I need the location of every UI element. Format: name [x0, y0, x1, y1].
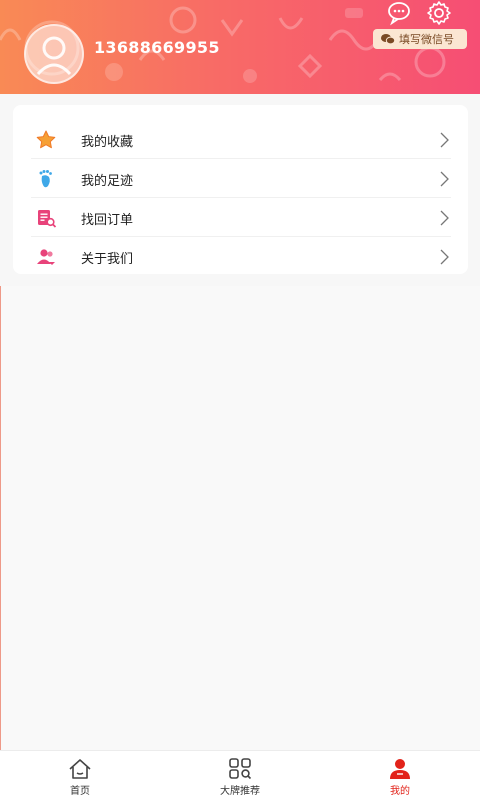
user-phone: 13688669955 [94, 38, 220, 57]
tab-brand-recommend[interactable]: 大牌推荐 [180, 751, 300, 801]
empty-content-area [0, 286, 480, 750]
left-edge-line [0, 286, 1, 750]
avatar[interactable] [24, 24, 84, 84]
menu-card: 我的收藏 我的足迹 找回订单 关于我们 [13, 105, 468, 274]
tab-label: 大牌推荐 [220, 786, 260, 797]
bottom-tab-bar: 首页 大牌推荐 我的 [0, 750, 480, 801]
chat-bubble-icon[interactable] [386, 0, 412, 26]
star-icon [36, 130, 56, 149]
menu-item-about-us[interactable]: 关于我们 [13, 237, 468, 276]
menu-item-recover-order[interactable]: 找回订单 [13, 198, 468, 237]
menu-item-label: 我的足迹 [81, 174, 134, 189]
menu-item-label: 找回订单 [81, 213, 134, 228]
tab-label: 首页 [70, 786, 90, 797]
chevron-right-icon [440, 132, 449, 148]
grid-icon [229, 758, 252, 780]
tab-label: 我的 [390, 786, 410, 797]
tab-mine[interactable]: 我的 [340, 751, 460, 801]
wechat-button-label: 填写微信号 [399, 33, 454, 46]
chevron-right-icon [440, 249, 449, 265]
chevron-right-icon [440, 210, 449, 226]
menu-item-label: 关于我们 [81, 252, 134, 267]
profile-header: 13688669955 填写微信号 [0, 0, 480, 94]
gear-icon[interactable] [426, 0, 452, 26]
user-icon [390, 759, 410, 779]
about-users-icon [37, 249, 55, 265]
chevron-right-icon [440, 171, 449, 187]
fill-wechat-button[interactable]: 填写微信号 [373, 29, 467, 49]
home-icon [69, 759, 91, 779]
wechat-icon [381, 34, 395, 45]
avatar-placeholder-icon [36, 36, 72, 76]
tab-home[interactable]: 首页 [20, 751, 140, 801]
footprint-icon [39, 170, 52, 188]
order-search-icon [38, 210, 57, 228]
menu-item-favorites[interactable]: 我的收藏 [13, 120, 468, 159]
menu-item-footprints[interactable]: 我的足迹 [13, 159, 468, 198]
menu-item-label: 我的收藏 [81, 135, 134, 150]
